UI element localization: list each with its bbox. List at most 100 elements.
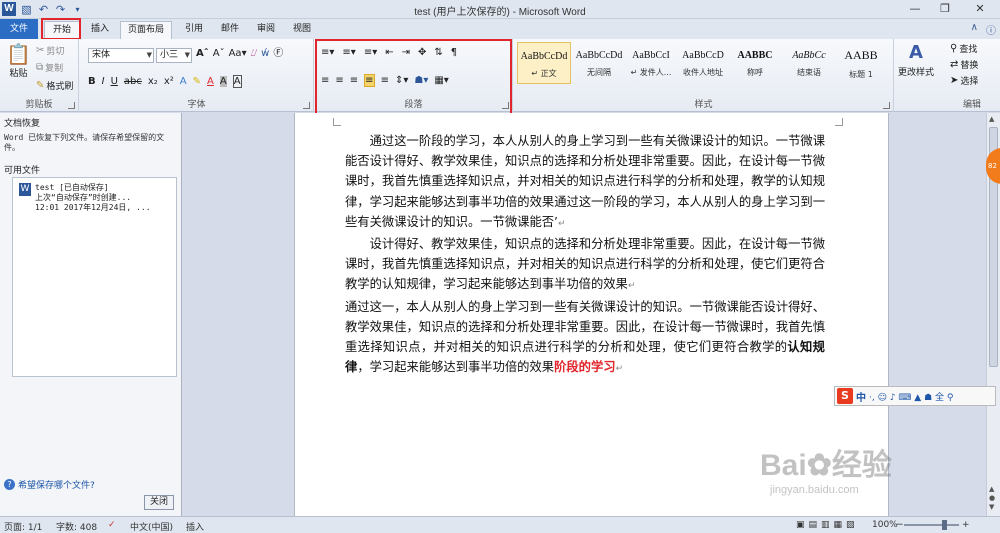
find-button[interactable]: ⚲ 查找 [950,42,977,55]
watermark-url: jingyan.baidu.com [770,484,859,496]
status-bar: 页面: 1/1 字数: 408 ✓ 中文(中国) 插入 ▣▤▥▦▧ 100% −… [0,516,1000,533]
change-styles-button[interactable]: A 更改样式 [898,43,935,79]
style-recipient-address[interactable]: AaBbCcD 收件人地址 [676,42,730,84]
format-painter-button[interactable]: ✎ 格式刷 [36,79,73,92]
ime-toolbar: S 中 ·, ☺ ♪ ⌨ ▲ ☗ 全 ⚲ [834,386,996,406]
bold-icon[interactable]: B [88,76,96,87]
styles-launcher-icon[interactable] [883,102,890,109]
underline-icon[interactable]: U [111,76,118,87]
select-button[interactable]: ➤ 选择 [950,74,978,87]
language-indicator[interactable]: 中文(中国) [130,520,173,533]
zoom-in-icon[interactable]: + [962,520,970,530]
clear-formatting-icon[interactable]: ⌰ [251,48,258,59]
document-recovery-pane: 文档恢复 Word 已恢复下列文件。请保存希望保留的文件。 可用文件 W tes… [0,113,182,516]
style-closing[interactable]: AaBbCc 结束语 [782,42,836,84]
subscript-icon[interactable]: x₂ [148,76,158,87]
change-case-icon[interactable]: Aa▾ [229,48,247,59]
paragraph-3: 通过这一，本人从别人的身上学习到一些有关微课设计的知识。一节微课能否设计得好、教… [345,297,825,380]
paw-icon: ✿ [806,449,832,482]
font-launcher-icon[interactable] [303,102,310,109]
copy-button[interactable]: ⧉ 复制 [36,61,63,74]
tab-file[interactable]: 文件 [0,19,38,39]
font-name-combo[interactable]: 宋体 ▼ [88,48,154,63]
minimize-button[interactable]: — [900,0,930,18]
restore-button[interactable]: ❐ [930,0,960,18]
zoom-slider-thumb[interactable] [942,520,947,530]
binoculars-icon: ⚲ [950,43,958,54]
cut-label: 剪切 [46,47,65,57]
close-button[interactable]: ✕ [960,0,1000,18]
scroll-up-icon[interactable]: ▲ [989,115,994,123]
brush-icon: ✎ [36,80,45,91]
next-page-icon[interactable]: ▼ [989,503,994,511]
recovered-file-item[interactable]: W test [已自动保存] 上次“自动保存”时创建... 12:01 2017… [19,183,174,213]
tab-view[interactable]: 视图 [286,21,318,39]
zoom-out-icon[interactable]: − [896,520,904,530]
style-sender[interactable]: AaBbCcI ↵ 发件人... [624,42,678,84]
style-sample: AABB [844,48,878,62]
tab-page-layout[interactable]: 页面布局 [120,21,172,39]
group-label-editing: 编辑 [962,100,981,110]
paragraph-1: 通过这一阶段的学习，本人从别人的身上学习到一些有关微课设计的知识。一节微课能否设… [345,131,825,234]
font-color-icon[interactable]: A [207,76,214,87]
ime-mode-toggle[interactable]: 中 [856,389,866,404]
highlight-box-home-tab [41,18,81,40]
watermark-brand: Bai✿经验 [760,440,960,484]
ime-tool-icons[interactable]: ·, ☺ ♪ ⌨ ▲ ☗ 全 ⚲ [869,390,953,403]
grow-font-icon[interactable]: Aˆ [196,48,209,59]
help-link-text: 希望保存哪个文件? [18,481,95,491]
style-sample: AaBbCc [792,50,826,61]
phonetic-guide-icon[interactable]: ẃ [261,48,269,59]
char-border-icon[interactable]: A [232,75,242,88]
file-details: test [已自动保存] 上次“自动保存”时创建... 12:01 2017年1… [35,183,151,213]
highlight-icon[interactable]: ✎ [193,76,201,87]
scissors-icon: ✂ [36,45,45,56]
close-pane-button[interactable]: 关闭 [144,495,174,510]
style-normal[interactable]: AaBbCcDd ↵ 正文 [517,42,571,84]
tab-mailings[interactable]: 邮件 [214,21,246,39]
page-count[interactable]: 页面: 1/1 [4,520,42,533]
change-styles-label: 更改样式 [898,68,935,78]
style-no-spacing[interactable]: AaBbCcDd 无间隔 [572,42,626,84]
char-shading-icon[interactable]: A [219,76,227,87]
prev-page-icon[interactable]: ▲ [989,485,994,493]
italic-icon[interactable]: I [102,76,105,87]
enclose-char-icon[interactable]: Ⓕ [273,48,283,59]
font-size-buttons: Aˆ Aˇ Aa▾ ⌰ ẃ Ⓕ [196,48,283,59]
strikethrough-icon[interactable]: abc [124,76,142,87]
style-salutation[interactable]: AABBC 称呼 [728,42,782,84]
view-buttons[interactable]: ▣▤▥▦▧ [796,520,859,530]
zoom-slider[interactable] [904,524,959,526]
help-link[interactable]: ? 希望保存哪个文件? [4,478,95,491]
style-name: 无间隔 [587,68,611,77]
word-doc-icon: W [19,183,31,196]
replace-button[interactable]: ⇄ 替换 [950,58,978,71]
sogou-logo-icon[interactable]: S [837,388,853,404]
help-icon[interactable]: ⓘ [986,22,996,37]
word-count[interactable]: 字数: 408 [56,520,97,533]
paste-button[interactable]: 📋 粘贴 [6,43,31,79]
browse-object-icon[interactable]: ● [989,494,995,502]
paste-icon: 📋 [6,42,31,66]
paragraph-2: 设计得好、教学效果佳，知识点的选择和分析处理非常重要。因此，在设计每一节微课时，… [345,234,825,297]
text-effects-icon[interactable]: A [180,76,187,87]
paragraph-text: ，学习起来能够达到事半功倍的效果 [357,360,555,375]
document-text[interactable]: 通过这一阶段的学习，本人从别人的身上学习到一些有关微课设计的知识。一节微课能否设… [345,131,825,379]
zoom-level[interactable]: 100% [872,520,898,530]
insert-mode-indicator[interactable]: 插入 [186,520,204,533]
font-size-combo[interactable]: 小三 ▼ [156,48,192,63]
style-heading-1[interactable]: AABB 标题 1 [834,42,888,84]
clipboard-launcher-icon[interactable] [68,102,75,109]
proofing-icon[interactable]: ✓ [108,520,116,530]
tab-insert[interactable]: 插入 [84,21,116,39]
tab-references[interactable]: 引用 [178,21,210,39]
minimize-ribbon-icon[interactable]: ∧ [971,22,978,37]
available-files-label: 可用文件 [4,166,41,176]
superscript-icon[interactable]: x² [164,76,174,87]
tab-review[interactable]: 审阅 [250,21,282,39]
group-styles: AaBbCcDd ↵ 正文 AaBbCcDd 无间隔 AaBbCcI ↵ 发件人… [514,39,894,112]
shrink-font-icon[interactable]: Aˇ [213,48,225,59]
file-time-line: 12:01 2017年12月24日, ... [35,203,151,212]
cut-button[interactable]: ✂ 剪切 [36,44,64,57]
style-name: 结束语 [797,68,821,77]
